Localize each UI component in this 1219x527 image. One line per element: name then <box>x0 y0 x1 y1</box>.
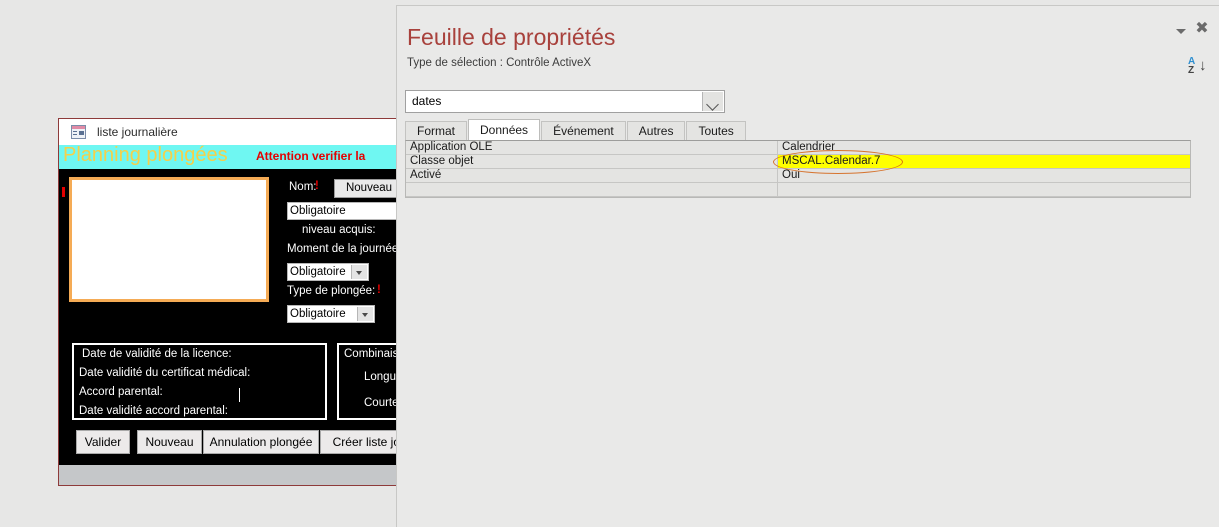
date-licence-label: Date de validité de la licence: <box>82 348 232 360</box>
object-selector-value: dates <box>412 94 441 108</box>
combinaison-label: Combinais <box>344 348 398 360</box>
sort-arrow-icon: ↓ <box>1199 58 1207 73</box>
chevron-down-icon[interactable] <box>357 307 373 321</box>
type-plongee-combo[interactable]: Obligatoire <box>287 305 375 323</box>
tab-donnees[interactable]: Données <box>468 119 540 140</box>
sort-az-icon[interactable]: A Z ↓ <box>1186 56 1210 80</box>
moment-journee-label: Moment de la journée <box>287 243 398 255</box>
type-plongee-required-marker: ! <box>377 284 381 296</box>
property-name: Activé <box>406 169 778 182</box>
form-title-bar: liste journalière <box>59 119 402 145</box>
property-value-empty <box>778 183 1190 196</box>
property-value-highlighted[interactable]: MSCAL.Calendar.7 <box>778 155 1190 168</box>
sort-letter-z: Z <box>1188 65 1194 76</box>
valider-button[interactable]: Valider <box>76 430 130 454</box>
banner-title: Planning plongées <box>63 145 228 167</box>
combinaison-group-box: Combinais Longue: Courte: <box>337 343 403 420</box>
picture-placeholder-box[interactable] <box>69 177 269 302</box>
date-accord-parental-label: Date validité accord parental: <box>79 405 228 417</box>
type-plongee-label: Type de plongée: <box>287 285 375 297</box>
chevron-down-icon[interactable] <box>351 265 367 279</box>
tab-format[interactable]: Format <box>405 121 467 140</box>
object-selector-combo[interactable]: dates <box>405 90 725 113</box>
tab-evenement[interactable]: Événement <box>541 121 626 140</box>
annulation-plongee-button[interactable]: Annulation plongée <box>203 430 319 454</box>
type-plongee-value: Obligatoire <box>290 308 346 320</box>
table-row[interactable]: Application OLE Calendrier <box>406 141 1190 155</box>
text-cursor-caret <box>239 388 240 402</box>
nouveau-nom-button[interactable]: Nouveau <box>334 179 403 198</box>
access-form-window: liste journalière Planning plongées Atte… <box>58 118 403 486</box>
accord-parental-label: Accord parental: <box>79 386 163 398</box>
property-tabs: Format Données Événement Autres Toutes <box>405 119 747 140</box>
property-value[interactable]: Calendrier <box>778 141 1190 154</box>
property-sheet-title: Feuille de propriétés <box>407 24 615 51</box>
nouveau-button[interactable]: Nouveau <box>137 430 202 454</box>
nom-required-marker: ! <box>315 180 319 192</box>
banner-warning-text: Attention verifier la <box>256 149 365 163</box>
close-icon[interactable]: ✖ <box>1194 21 1210 37</box>
property-name: Application OLE <box>406 141 778 154</box>
form-document-icon <box>71 125 86 139</box>
tab-autres[interactable]: Autres <box>627 121 686 140</box>
property-name-empty <box>406 183 778 196</box>
left-required-marker <box>62 187 65 197</box>
selection-type-label: Type de sélection : Contrôle ActiveX <box>407 57 591 69</box>
chevron-down-icon[interactable] <box>1174 24 1188 38</box>
table-row[interactable]: Activé Oui <box>406 169 1190 183</box>
property-value[interactable]: Oui <box>778 169 1190 182</box>
nom-label: Nom: <box>289 181 316 193</box>
property-name: Classe objet <box>406 155 778 168</box>
form-title-label: liste journalière <box>97 125 178 139</box>
table-row-empty <box>406 183 1190 197</box>
dates-group-box: Date de validité de la licence: Date val… <box>72 343 327 420</box>
form-footer-bar <box>59 465 402 485</box>
property-grid: Application OLE Calendrier Classe objet … <box>405 140 1191 198</box>
date-certificat-label: Date validité du certificat médical: <box>79 367 250 379</box>
niveau-acquis-label: niveau acquis: <box>302 224 376 236</box>
table-row[interactable]: Classe objet MSCAL.Calendar.7 <box>406 155 1190 169</box>
moment-journee-combo[interactable]: Obligatoire <box>287 263 369 281</box>
property-sheet-pane: Feuille de propriétés Type de sélection … <box>396 5 1219 527</box>
tab-toutes[interactable]: Toutes <box>686 121 745 140</box>
chevron-down-icon[interactable] <box>702 92 723 111</box>
creer-liste-journaliere-button[interactable]: Créer liste journ <box>320 430 403 454</box>
form-banner: Planning plongées Attention verifier la <box>59 145 402 169</box>
moment-journee-value: Obligatoire <box>290 266 346 278</box>
nom-value-field[interactable]: Obligatoire <box>287 202 403 220</box>
form-body: Planning plongées Attention verifier la … <box>59 145 402 485</box>
